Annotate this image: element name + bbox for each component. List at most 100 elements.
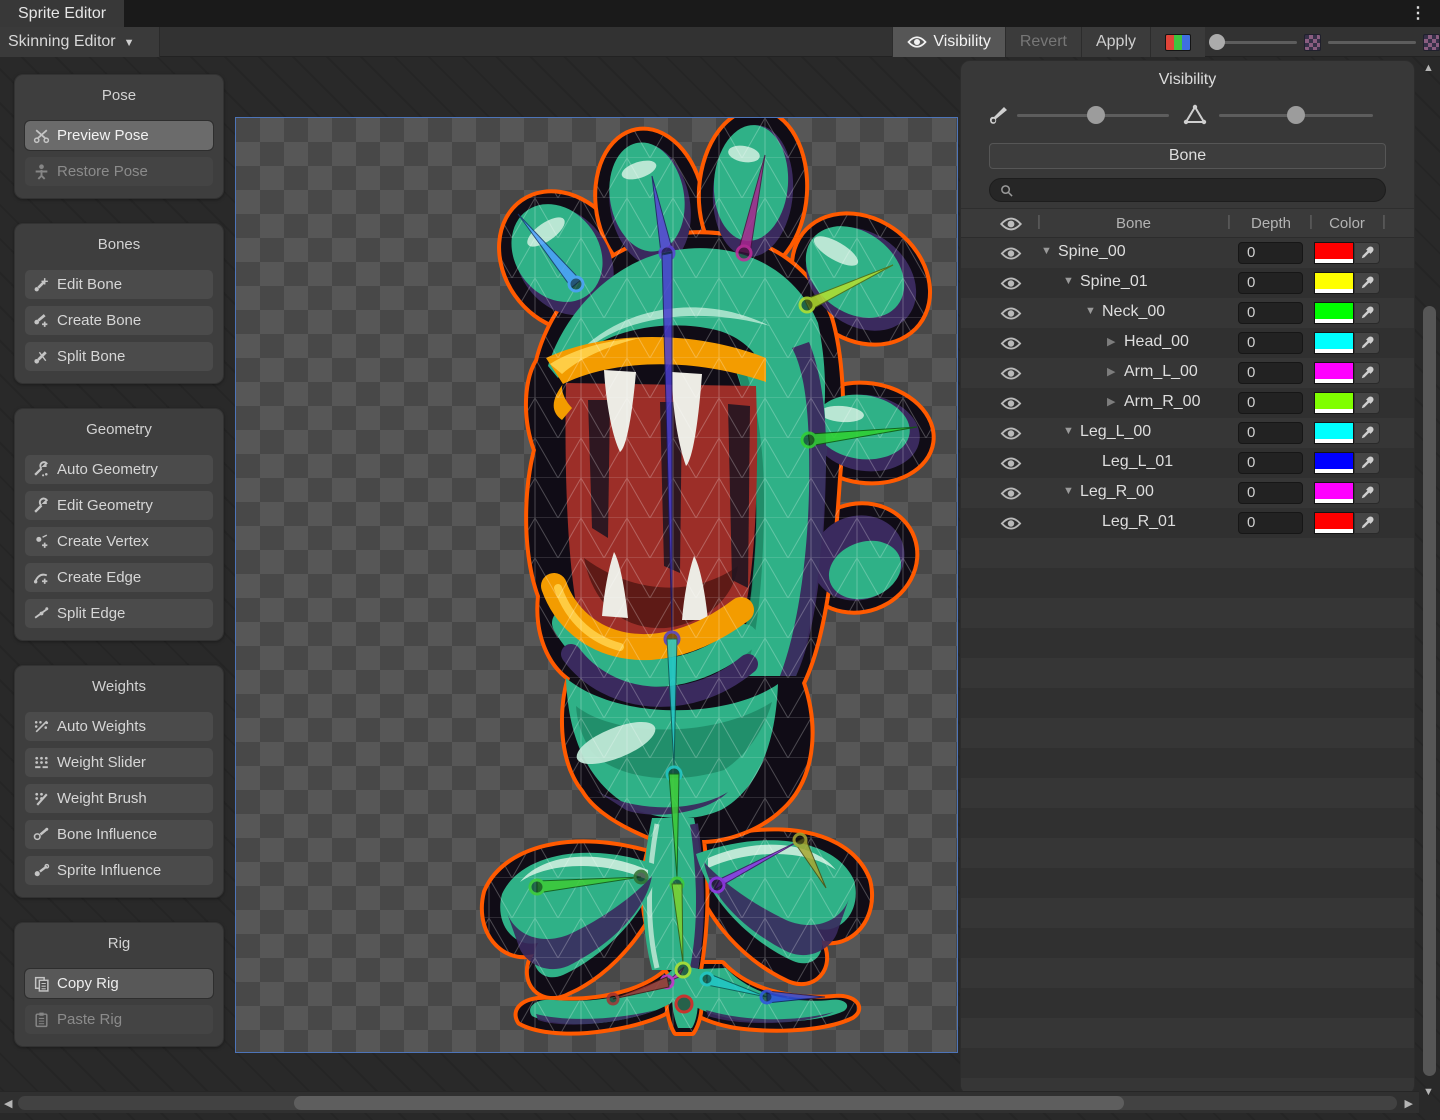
vertical-scrollbar[interactable]: ▲ ▼ xyxy=(1419,60,1440,1108)
bone-row-arm-r-00[interactable]: ▶ Arm_R_00 0 xyxy=(961,388,1414,418)
bone-color-swatch[interactable] xyxy=(1314,272,1354,294)
bone-color-swatch[interactable] xyxy=(1314,482,1354,504)
slider-track[interactable] xyxy=(1328,41,1416,44)
depth-field[interactable]: 0 xyxy=(1238,332,1303,354)
bone-row-leg-r-00[interactable]: ▼ Leg_R_00 0 xyxy=(961,478,1414,508)
bone-name[interactable]: Leg_R_00 xyxy=(1080,483,1154,501)
column-header-bone[interactable]: Bone xyxy=(1051,215,1216,232)
bone-row-leg-r-01[interactable]: Leg_R_01 0 xyxy=(961,508,1414,538)
depth-field[interactable]: 0 xyxy=(1238,482,1303,504)
auto-geometry-button[interactable]: Auto Geometry xyxy=(25,455,213,484)
depth-field[interactable]: 0 xyxy=(1238,272,1303,294)
scroll-left-icon[interactable]: ◀ xyxy=(4,1097,12,1110)
bone-opacity-handle[interactable] xyxy=(1087,106,1105,124)
bone-row-head-00[interactable]: ▶ Head_00 0 xyxy=(961,328,1414,358)
create-vertex-button[interactable]: Create Vertex xyxy=(25,527,213,556)
visibility-eye-icon[interactable] xyxy=(999,336,1023,351)
bone-name[interactable]: Head_00 xyxy=(1124,333,1189,351)
collapsed-arrow-icon[interactable]: ▶ xyxy=(1107,365,1115,378)
bone-row-leg-l-00[interactable]: ▼ Leg_L_00 0 xyxy=(961,418,1414,448)
bone-name[interactable]: Arm_L_00 xyxy=(1124,363,1198,381)
expanded-arrow-icon[interactable]: ▼ xyxy=(1063,275,1074,287)
scroll-down-icon[interactable]: ▼ xyxy=(1423,1086,1434,1098)
visibility-eye-icon[interactable] xyxy=(999,486,1023,501)
hscroll-thumb[interactable] xyxy=(294,1096,1124,1110)
depth-field[interactable]: 0 xyxy=(1238,242,1303,264)
slider-handle[interactable] xyxy=(1209,34,1225,50)
collapsed-arrow-icon[interactable]: ▶ xyxy=(1107,395,1115,408)
depth-field[interactable]: 0 xyxy=(1238,302,1303,324)
horizontal-scrollbar[interactable]: ◀ ▶ xyxy=(0,1091,1419,1113)
collapsed-arrow-icon[interactable]: ▶ xyxy=(1107,335,1115,348)
depth-field[interactable]: 0 xyxy=(1238,362,1303,384)
color-mode-button[interactable] xyxy=(1150,27,1205,57)
vscroll-thumb[interactable] xyxy=(1423,306,1436,1076)
visibility-eye-icon[interactable] xyxy=(999,276,1023,291)
bone-name[interactable]: Leg_L_01 xyxy=(1102,453,1173,471)
split-bone-button[interactable]: Split Bone xyxy=(25,342,213,371)
tab-sprite-editor[interactable]: Sprite Editor xyxy=(0,0,124,27)
preview-pose-button[interactable]: Preview Pose xyxy=(25,121,213,150)
visibility-eye-icon[interactable] xyxy=(999,456,1023,471)
depth-field[interactable]: 0 xyxy=(1238,452,1303,474)
create-bone-button[interactable]: Create Bone xyxy=(25,306,213,335)
column-header-color[interactable]: Color xyxy=(1319,215,1375,232)
depth-field[interactable]: 0 xyxy=(1238,512,1303,534)
split-edge-button[interactable]: Split Edge xyxy=(25,599,213,628)
bone-name[interactable]: Arm_R_00 xyxy=(1124,393,1200,411)
eyedropper-button[interactable] xyxy=(1355,272,1380,294)
edit-geometry-button[interactable]: Edit Geometry xyxy=(25,491,213,520)
expanded-arrow-icon[interactable]: ▼ xyxy=(1041,245,1052,257)
bone-color-swatch[interactable] xyxy=(1314,392,1354,414)
visibility-eye-icon[interactable] xyxy=(999,426,1023,441)
expanded-arrow-icon[interactable]: ▼ xyxy=(1085,305,1096,317)
create-edge-button[interactable]: Create Edge xyxy=(25,563,213,592)
eyedropper-button[interactable] xyxy=(1355,242,1380,264)
bone-row-leg-l-01[interactable]: Leg_L_01 0 xyxy=(961,448,1414,478)
bone-influence-button[interactable]: Bone Influence xyxy=(25,820,213,849)
depth-field[interactable]: 0 xyxy=(1238,422,1303,444)
auto-weights-button[interactable]: Auto Weights xyxy=(25,712,213,741)
paste-rig-button[interactable]: Paste Rig xyxy=(25,1005,213,1034)
mesh-opacity-slider[interactable] xyxy=(1328,27,1416,57)
bone-color-swatch[interactable] xyxy=(1314,362,1354,384)
visibility-eye-icon[interactable] xyxy=(999,246,1023,261)
apply-button[interactable]: Apply xyxy=(1081,27,1150,57)
bone-search[interactable] xyxy=(989,178,1386,202)
bone-name[interactable]: Spine_00 xyxy=(1058,243,1126,261)
weight-slider-button[interactable]: Weight Slider xyxy=(25,748,213,777)
weight-brush-button[interactable]: Weight Brush xyxy=(25,784,213,813)
skinning-editor-dropdown[interactable]: Skinning Editor xyxy=(0,27,160,57)
bone-row-spine-01[interactable]: ▼ Spine_01 0 xyxy=(961,268,1414,298)
visibility-eye-icon[interactable] xyxy=(999,366,1023,381)
bone-color-swatch[interactable] xyxy=(1314,512,1354,534)
bone-color-swatch[interactable] xyxy=(1314,332,1354,354)
eyedropper-button[interactable] xyxy=(1355,392,1380,414)
eyedropper-button[interactable] xyxy=(1355,302,1380,324)
bone-name[interactable]: Leg_R_01 xyxy=(1102,513,1176,531)
visibility-eye-icon[interactable] xyxy=(999,306,1023,321)
bone-color-swatch[interactable] xyxy=(1314,242,1354,264)
eyedropper-button[interactable] xyxy=(1355,422,1380,444)
visibility-toggle-button[interactable]: Visibility xyxy=(892,27,1005,57)
bone-color-swatch[interactable] xyxy=(1314,422,1354,444)
bone-name[interactable]: Neck_00 xyxy=(1102,303,1165,321)
sprite-canvas[interactable] xyxy=(235,117,958,1053)
bone-row-arm-l-00[interactable]: ▶ Arm_L_00 0 xyxy=(961,358,1414,388)
bone-name[interactable]: Spine_01 xyxy=(1080,273,1148,291)
bone-filter-tab[interactable]: Bone xyxy=(989,143,1386,169)
search-input[interactable] xyxy=(1019,182,1375,198)
visibility-eye-icon[interactable] xyxy=(999,396,1023,411)
more-menu-icon[interactable] xyxy=(1410,3,1426,23)
copy-rig-button[interactable]: Copy Rig xyxy=(25,969,213,998)
bone-row-spine-00[interactable]: ▼ Spine_00 0 xyxy=(961,238,1414,268)
mesh-opacity-handle[interactable] xyxy=(1287,106,1305,124)
scroll-up-icon[interactable]: ▲ xyxy=(1423,62,1434,74)
bone-color-swatch[interactable] xyxy=(1314,302,1354,324)
revert-button[interactable]: Revert xyxy=(1005,27,1081,57)
depth-field[interactable]: 0 xyxy=(1238,392,1303,414)
expanded-arrow-icon[interactable]: ▼ xyxy=(1063,485,1074,497)
bone-name[interactable]: Leg_L_00 xyxy=(1080,423,1151,441)
expanded-arrow-icon[interactable]: ▼ xyxy=(1063,425,1074,437)
bone-color-swatch[interactable] xyxy=(1314,452,1354,474)
